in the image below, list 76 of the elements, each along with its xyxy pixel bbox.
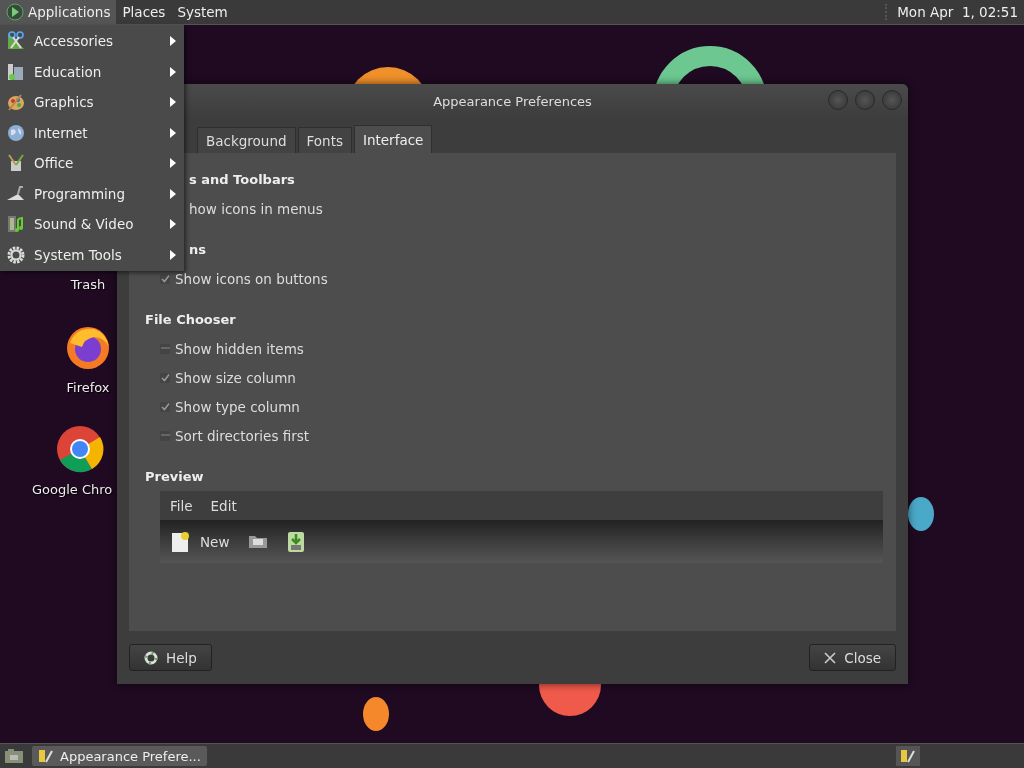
minimize-button[interactable] — [828, 90, 848, 110]
submenu-arrow-icon — [170, 219, 176, 230]
option-label: Show hidden items — [175, 340, 304, 357]
desktop-icon-label[interactable]: Firefox — [66, 380, 110, 395]
submenu-arrow-icon — [170, 36, 176, 47]
paint-pot-icon — [6, 153, 26, 174]
option-label: Show size column — [175, 369, 296, 386]
option-label: how icons in menus — [189, 200, 323, 217]
section-heading: ns — [189, 241, 206, 259]
toolbar-button[interactable]: New — [170, 530, 230, 553]
brush-icon — [900, 748, 916, 764]
submenu-arrow-icon — [170, 127, 176, 138]
submenu-arrow-icon — [170, 97, 176, 108]
tab[interactable]: Background — [197, 127, 296, 153]
check-icon — [160, 373, 170, 382]
egg-drawing — [363, 697, 389, 731]
menu-item[interactable]: Programming — [0, 178, 184, 209]
window-title: Appearance Preferences — [433, 93, 592, 109]
help-button[interactable]: Help — [129, 644, 212, 671]
submenu-arrow-icon — [170, 249, 176, 260]
option-label: Show icons on buttons — [175, 270, 328, 287]
section-heading: File Chooser — [145, 311, 236, 329]
maximize-button[interactable] — [855, 90, 875, 110]
palette-icon — [6, 92, 26, 113]
toolbar-button[interactable] — [247, 533, 270, 550]
desktop-icon-label[interactable]: Trash — [70, 277, 106, 292]
tray-button[interactable] — [896, 746, 920, 766]
egg-drawing — [908, 497, 934, 531]
close-button[interactable] — [882, 90, 902, 110]
checkbox[interactable] — [160, 372, 170, 383]
section-heading: Preview — [145, 468, 204, 486]
folder-icon — [247, 533, 270, 550]
submenu-arrow-icon — [170, 188, 176, 199]
show-desktop-icon[interactable] — [4, 747, 24, 765]
option-label: Sort directories first — [175, 427, 310, 444]
tab[interactable]: Fonts — [297, 127, 352, 153]
section-heading: s and Toolbars — [189, 171, 295, 189]
gear-icon — [6, 244, 26, 265]
toolbar-button[interactable] — [287, 530, 306, 553]
checkbox[interactable] — [160, 273, 170, 284]
brush-icon — [38, 748, 54, 764]
check-icon — [160, 402, 170, 411]
menu-item[interactable]: Office — [0, 148, 184, 179]
desktop-icon-label[interactable]: Google Chro — [32, 482, 113, 497]
save-icon — [287, 530, 306, 553]
menu-item[interactable]: Internet — [0, 117, 184, 148]
taskbar-button[interactable]: Appearance Prefere... — [32, 746, 207, 766]
tab[interactable]: Interface — [354, 125, 433, 153]
chrome-circle-icon — [56, 425, 104, 473]
app-logo-icon — [6, 3, 24, 21]
checkbox[interactable] — [160, 343, 170, 354]
option-label: Show type column — [175, 398, 300, 415]
menu-item[interactable]: Education — [0, 56, 184, 87]
submenu-arrow-icon — [170, 66, 176, 77]
clock: Mon Apr 1, 02:51 — [885, 4, 1024, 20]
checkbox[interactable] — [160, 401, 170, 412]
submenu-arrow-icon — [170, 158, 176, 169]
menu-item[interactable]: Graphics — [0, 87, 184, 118]
lifebuoy-icon — [144, 650, 158, 665]
close-icon — [824, 651, 837, 664]
menu-item[interactable]: Sound & Video — [0, 209, 184, 240]
globe-icon — [6, 122, 26, 143]
panel-menu[interactable]: Places — [116, 0, 172, 24]
close-dialog-button[interactable]: Close — [809, 644, 896, 671]
ruler-scissors-icon — [6, 31, 26, 52]
menu-item[interactable]: Accessories — [0, 26, 184, 57]
books-icon — [6, 61, 26, 82]
checkbox[interactable] — [160, 430, 170, 441]
film-strip-icon — [6, 214, 26, 235]
menu-item[interactable]: Edit — [210, 497, 237, 514]
panel-menu[interactable]: Applications — [0, 0, 117, 24]
check-icon — [160, 274, 170, 283]
new-page-icon — [170, 530, 190, 553]
menu-item[interactable]: System Tools — [0, 239, 184, 270]
panel-menu[interactable]: System — [171, 0, 234, 24]
menu-item[interactable]: File — [170, 497, 193, 514]
